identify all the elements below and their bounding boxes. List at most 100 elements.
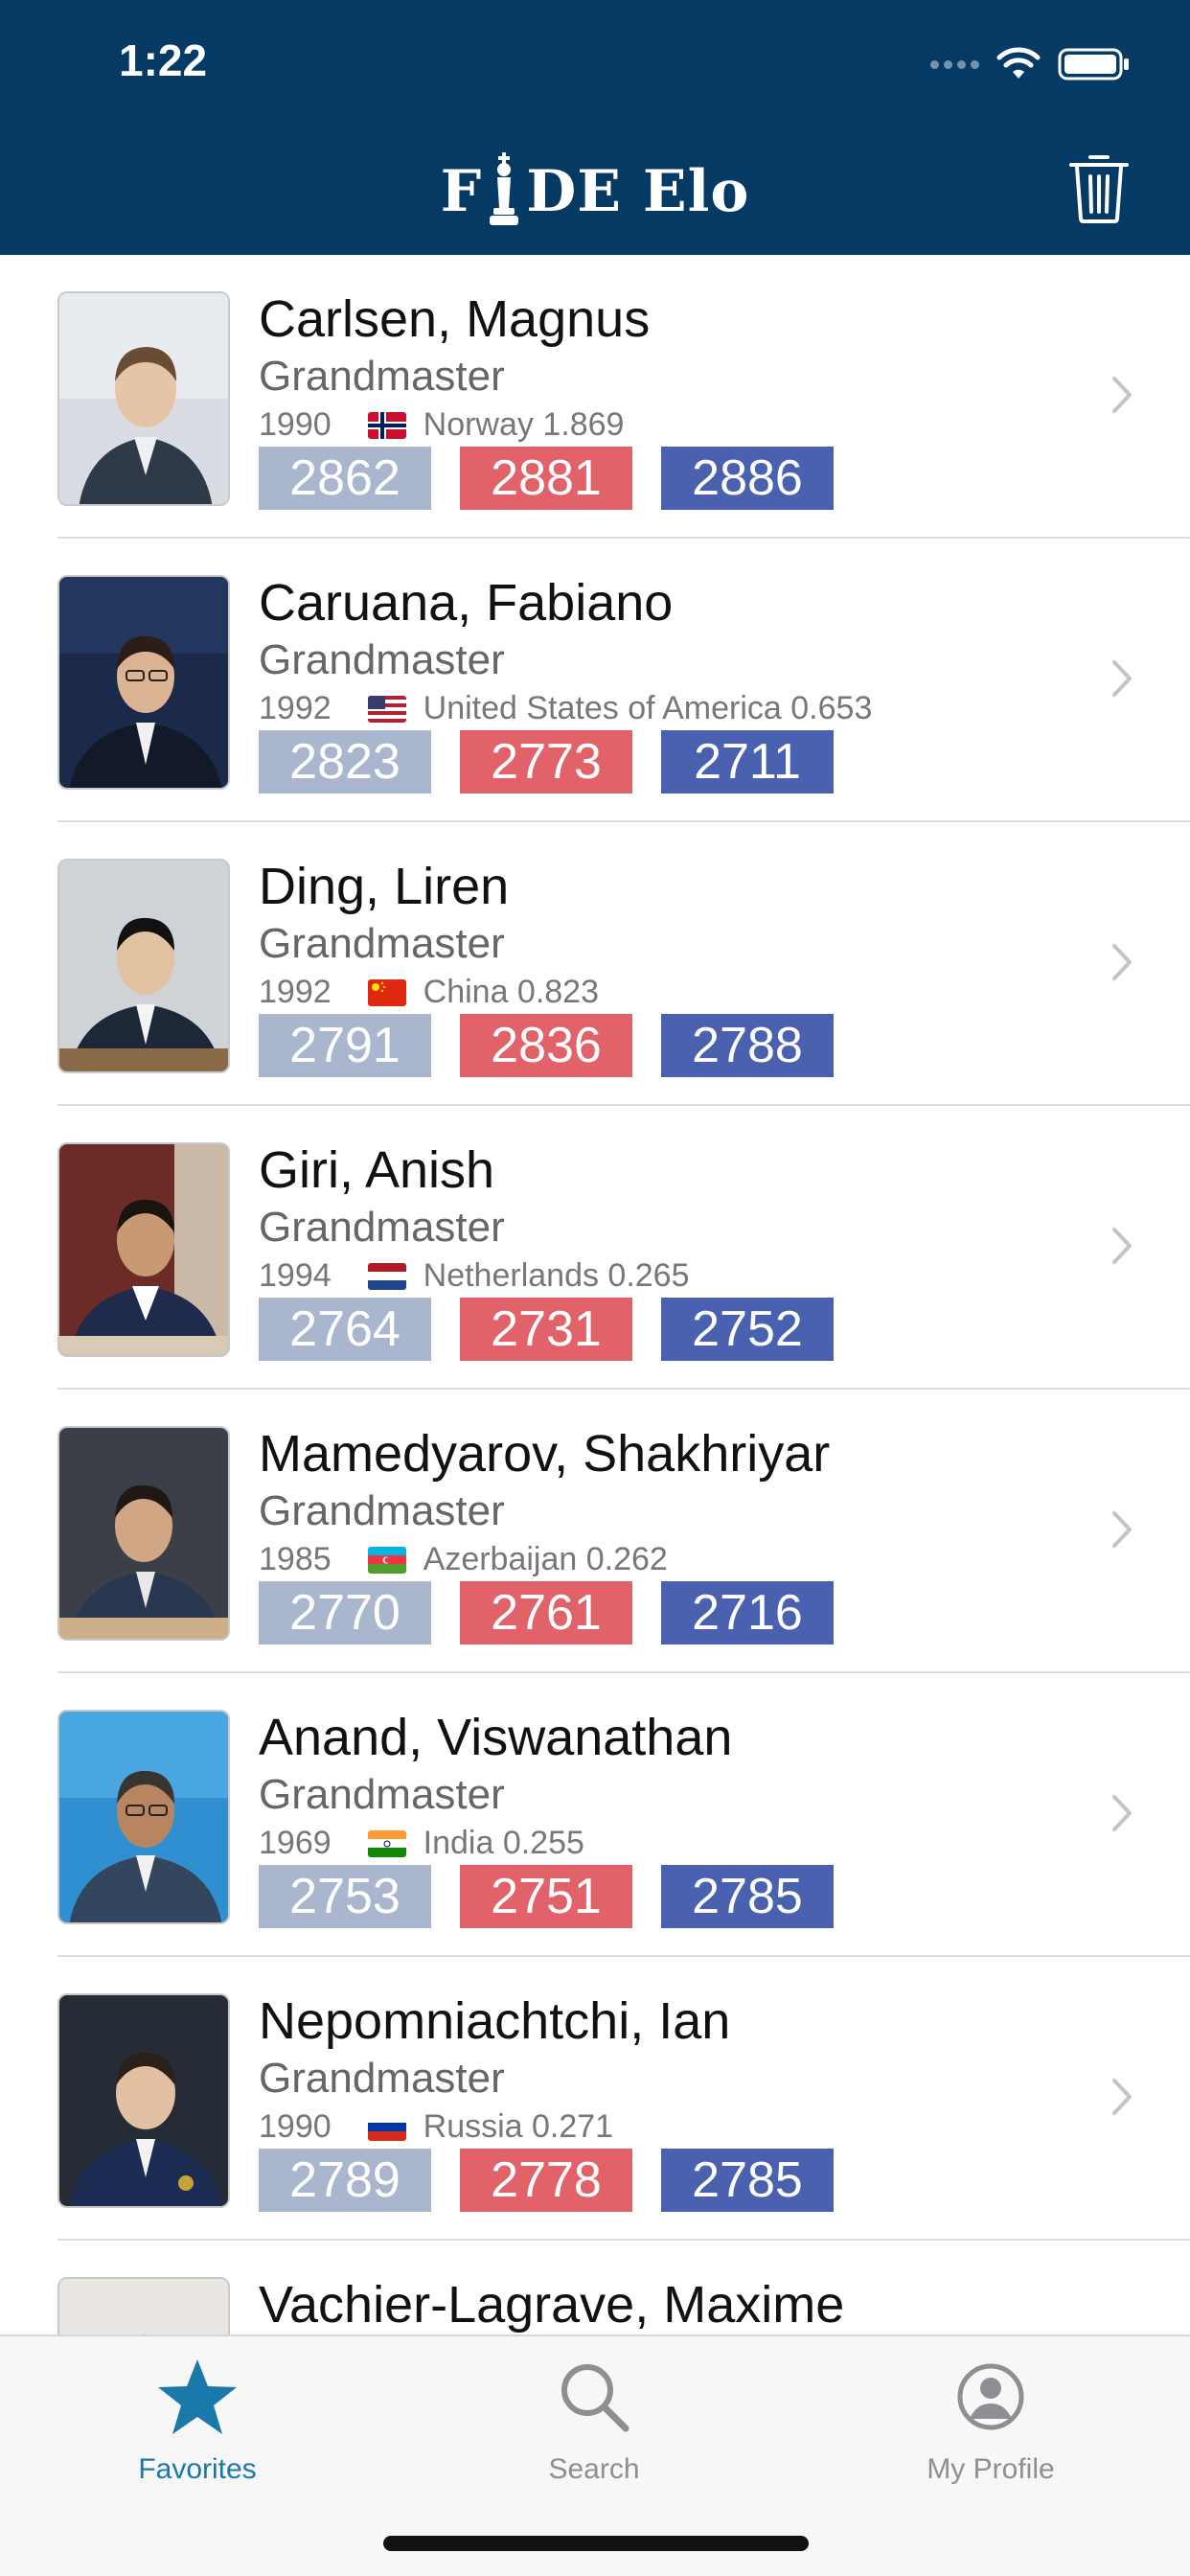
player-name: Ding, Liren <box>259 858 510 915</box>
standard-rating-badge: 2753 <box>259 1865 431 1928</box>
signal-icon <box>930 59 979 69</box>
norway-flag-icon <box>367 411 406 439</box>
standard-rating-badge: 2823 <box>259 730 431 794</box>
tab-label: Favorites <box>138 2453 257 2485</box>
birth-year: 1990 <box>259 2108 332 2145</box>
player-avatar <box>57 1426 230 1641</box>
player-name: Caruana, Fabiano <box>259 574 674 632</box>
player-meta: 1992 China 0.823 <box>259 974 599 1011</box>
player-name: Vachier-Lagrave, Maxime <box>259 2276 845 2334</box>
standard-rating-badge: 2764 <box>259 1298 431 1361</box>
chevron-right-icon <box>1112 2079 1132 2115</box>
blitz-rating-badge: 2752 <box>661 1298 834 1361</box>
player-title: Grandmaster <box>259 2055 505 2102</box>
chevron-right-icon <box>1112 1228 1132 1264</box>
trash-icon[interactable] <box>1067 151 1131 224</box>
chevron-right-icon <box>1112 1511 1132 1548</box>
player-meta: 1990 Norway 1.869 <box>259 406 624 444</box>
player-title: Grandmaster <box>259 353 505 400</box>
standard-rating-badge: 2789 <box>259 2149 431 2212</box>
birth-year: 1992 <box>259 690 332 726</box>
player-avatar <box>57 1710 230 1924</box>
status-icons <box>930 42 1131 86</box>
country-label: Russia 0.271 <box>423 2108 614 2145</box>
rapid-rating-badge: 2836 <box>460 1014 632 1077</box>
country-label: Netherlands 0.265 <box>423 1257 690 1294</box>
player-meta: 1990 Russia 0.271 <box>259 2108 613 2146</box>
player-meta: 1969 India 0.255 <box>259 1825 584 1862</box>
player-row[interactable]: Carlsen, Magnus Grandmaster 1990 Norway … <box>0 255 1190 539</box>
country-label: United States of America 0.653 <box>423 690 873 726</box>
blitz-rating-badge: 2785 <box>661 2149 834 2212</box>
chevron-right-icon <box>1112 377 1132 413</box>
birth-year: 1994 <box>259 1257 332 1294</box>
ratings: 2764 2731 2752 <box>259 1298 834 1361</box>
player-title: Grandmaster <box>259 1771 505 1818</box>
country-label: India 0.255 <box>423 1825 584 1861</box>
player-title: Grandmaster <box>259 1204 505 1251</box>
profile-icon <box>957 2363 1024 2430</box>
king-piece-icon <box>490 152 519 225</box>
player-row[interactable]: Ding, Liren Grandmaster 1992 China 0.823… <box>0 822 1190 1106</box>
rapid-rating-badge: 2751 <box>460 1865 632 1928</box>
rapid-rating-badge: 2778 <box>460 2149 632 2212</box>
player-avatar <box>57 859 230 1073</box>
blitz-rating-badge: 2788 <box>661 1014 834 1077</box>
country-label: Azerbaijan 0.262 <box>423 1541 668 1577</box>
blitz-rating-badge: 2785 <box>661 1865 834 1928</box>
player-row[interactable]: Giri, Anish Grandmaster 1994 Netherlands… <box>0 1106 1190 1390</box>
player-avatar <box>57 1142 230 1357</box>
birth-year: 1969 <box>259 1825 332 1861</box>
standard-rating-badge: 2791 <box>259 1014 431 1077</box>
player-name: Carlsen, Magnus <box>259 290 651 348</box>
star-icon <box>158 2359 237 2434</box>
ratings: 2770 2761 2716 <box>259 1581 834 1644</box>
blitz-rating-badge: 2711 <box>661 730 834 794</box>
player-row[interactable]: Caruana, Fabiano Grandmaster 1992 United… <box>0 539 1190 822</box>
tab-label: Search <box>548 2453 640 2485</box>
player-name: Giri, Anish <box>259 1141 495 1199</box>
rapid-rating-badge: 2731 <box>460 1298 632 1361</box>
player-row[interactable]: Mamedyarov, Shakhriyar Grandmaster 1985 … <box>0 1390 1190 1673</box>
birth-year: 1985 <box>259 1541 332 1577</box>
player-title: Grandmaster <box>259 920 505 967</box>
app-title-end: DE Elo <box>526 158 750 225</box>
russia-flag-icon <box>367 2113 406 2141</box>
tab-my-profile[interactable]: My Profile <box>876 2354 1106 2507</box>
player-row[interactable]: Anand, Viswanathan Grandmaster 1969 Indi… <box>0 1673 1190 1957</box>
azerbaijan-flag-icon <box>367 1546 406 1574</box>
ratings: 2789 2778 2785 <box>259 2149 834 2212</box>
ratings: 2862 2881 2886 <box>259 447 834 510</box>
blitz-rating-badge: 2886 <box>661 447 834 510</box>
country-label: China 0.823 <box>423 974 600 1010</box>
chevron-right-icon <box>1112 944 1132 980</box>
country-label: Norway 1.869 <box>423 406 625 443</box>
standard-rating-badge: 2862 <box>259 447 431 510</box>
tab-favorites[interactable]: Favorites <box>82 2354 312 2507</box>
player-name: Mamedyarov, Shakhriyar <box>259 1425 831 1483</box>
player-meta: 1992 United States of America 0.653 <box>259 690 872 727</box>
player-meta: 1985 Azerbaijan 0.262 <box>259 1541 668 1578</box>
app-title-start: F <box>440 158 483 225</box>
ratings: 2823 2773 2711 <box>259 730 834 794</box>
player-title: Grandmaster <box>259 636 505 683</box>
player-avatar <box>57 291 230 506</box>
search-icon <box>561 2364 629 2432</box>
chevron-right-icon <box>1112 1795 1132 1831</box>
player-row[interactable]: Nepomniachtchi, Ian Grandmaster 1990 Rus… <box>0 1957 1190 2241</box>
blitz-rating-badge: 2716 <box>661 1581 834 1644</box>
player-name: Anand, Viswanathan <box>259 1709 733 1766</box>
tab-search[interactable]: Search <box>479 2354 709 2507</box>
player-name: Nepomniachtchi, Ian <box>259 1992 731 2050</box>
player-avatar <box>57 1993 230 2208</box>
rapid-rating-badge: 2761 <box>460 1581 632 1644</box>
app-title: F DE Elo <box>0 146 1190 238</box>
battery-icon <box>1058 48 1129 80</box>
player-meta: 1994 Netherlands 0.265 <box>259 1257 690 1295</box>
player-avatar <box>57 575 230 790</box>
rapid-rating-badge: 2773 <box>460 730 632 794</box>
tab-label: My Profile <box>927 2453 1055 2485</box>
chevron-right-icon <box>1112 660 1132 697</box>
usa-flag-icon <box>367 695 406 723</box>
india-flag-icon <box>367 1829 406 1857</box>
